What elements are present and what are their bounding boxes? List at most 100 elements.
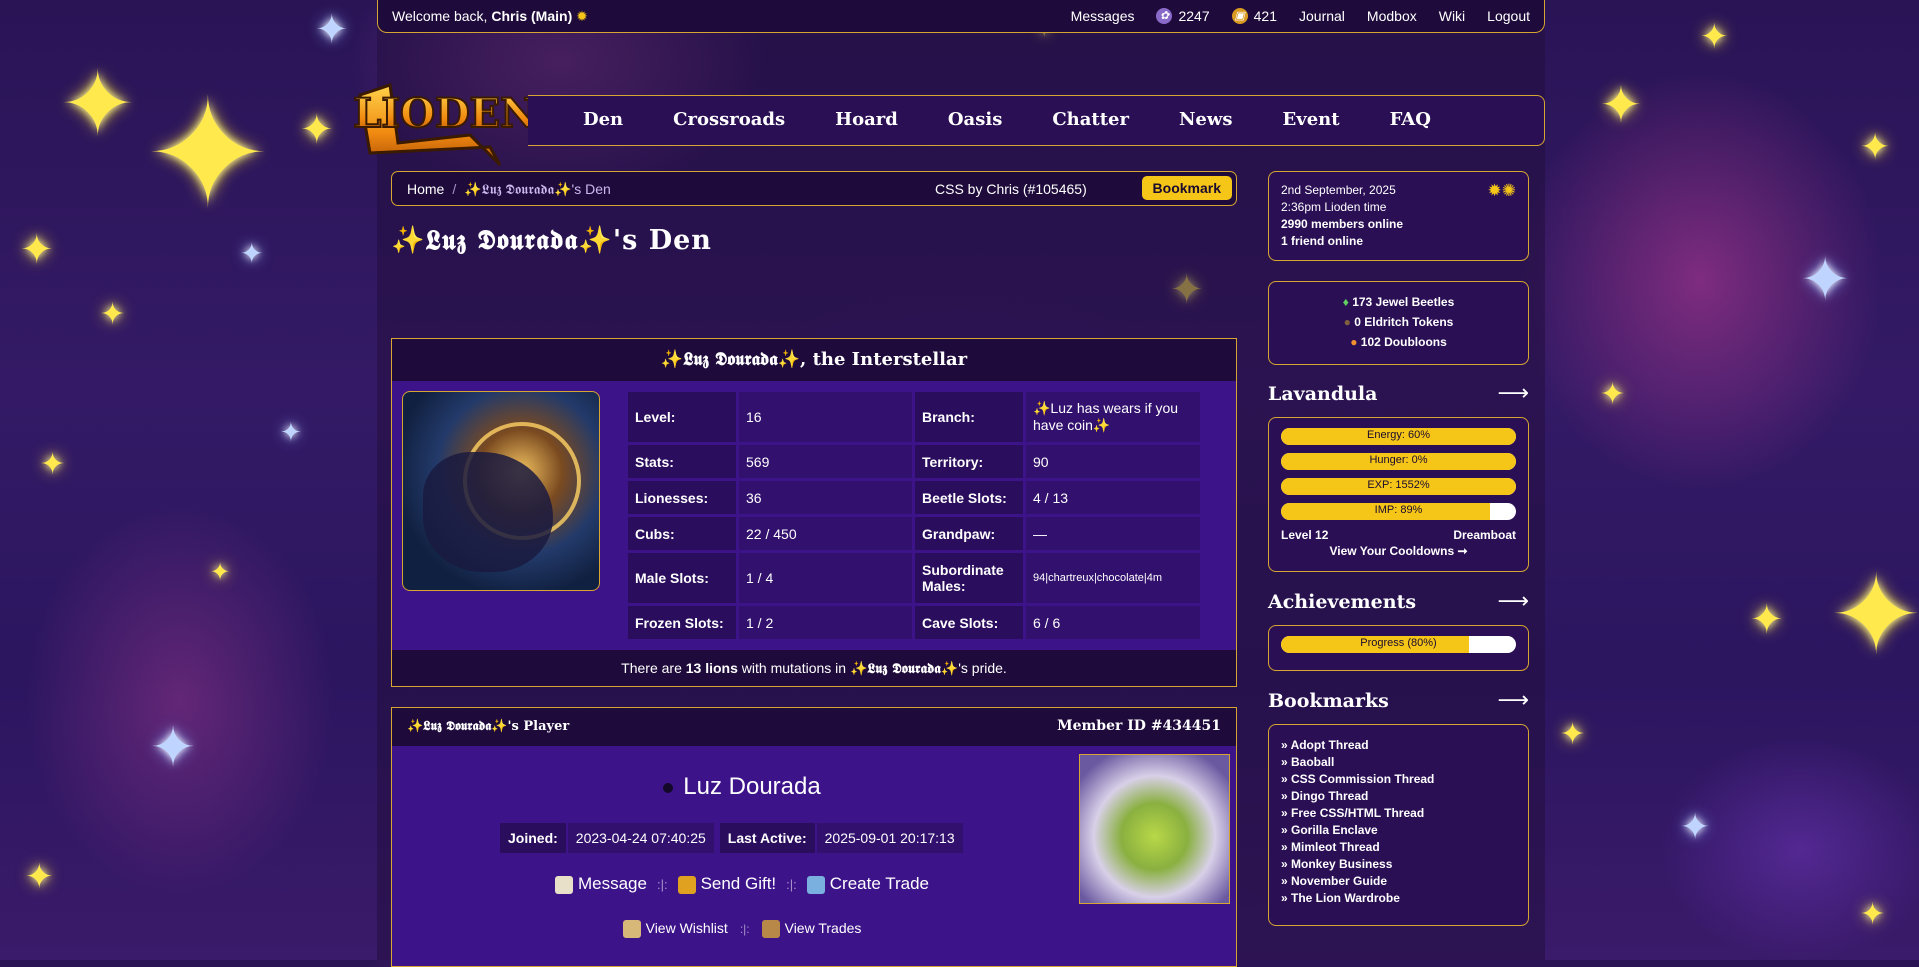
bookmark-link[interactable]: » The Lion Wardrobe (1281, 890, 1516, 907)
bookmark-link[interactable]: » Gorilla Enclave (1281, 822, 1516, 839)
lavandula-title[interactable]: Lavandula ⟶ (1268, 381, 1529, 406)
scroll-icon (622, 920, 641, 939)
stat-value: 4 / 13 (1026, 481, 1200, 514)
stat-value: ✨Luz has wears if you have coin✨ (1026, 392, 1200, 442)
achievements-title[interactable]: Achievements ⟶ (1268, 589, 1529, 614)
nav-event[interactable]: Event (1283, 109, 1340, 130)
modbox-link[interactable]: Modbox (1367, 8, 1417, 24)
player-avatar[interactable] (1079, 754, 1230, 904)
nav-faq[interactable]: FAQ (1390, 109, 1431, 130)
envelope-icon (554, 875, 573, 894)
stat-row: Frozen Slots: 1 / 2 Cave Slots: 6 / 6 (628, 606, 1200, 639)
arrow-right-icon[interactable]: ⟶ (1497, 688, 1529, 713)
send-gift-button[interactable]: Send Gift! (677, 874, 776, 894)
status-bar-label: IMP: 89% (1374, 504, 1423, 516)
time-text: 2:36pm Lioden time (1281, 200, 1387, 214)
bookmark-button[interactable]: Bookmark (1141, 176, 1232, 200)
stat-label: Subordinate Males: (915, 553, 1023, 603)
joined-label: Joined: (500, 823, 566, 853)
doubloon-icon: ● (1350, 335, 1358, 349)
messages-link[interactable]: Messages (1071, 8, 1135, 24)
stat-row: Stats: 569 Territory: 90 (628, 445, 1200, 478)
friends-online[interactable]: 1 friend online (1281, 233, 1516, 250)
top-bar: Welcome back, Chris (Main) ✹ Messages ✿ 2… (377, 0, 1545, 33)
breadcrumb-current: ✨𝕷𝖚𝖟 𝕯𝖔𝖚𝖗𝖆𝖉𝖆✨'s Den (464, 181, 611, 197)
lioden-logo[interactable]: LIODEN (350, 55, 540, 170)
online-status-dot (663, 782, 674, 793)
doubloons[interactable]: ● 102 Doubloons (1269, 332, 1528, 352)
nav-den[interactable]: Den (583, 109, 623, 130)
stat-label: Cubs: (628, 517, 736, 550)
stat-value: 569 (739, 445, 912, 478)
stat-label: Beetle Slots: (915, 481, 1023, 514)
nav-oasis[interactable]: Oasis (948, 109, 1002, 130)
status-bar-label: Hunger: 0% (1369, 454, 1428, 466)
lion-image[interactable] (402, 391, 600, 591)
lion-panel: ✨𝕷𝖚𝖟 𝕯𝖔𝖚𝖗𝖆𝖉𝖆✨, the Interstellar Level: 16… (391, 338, 1237, 687)
joined-value: 2023-04-24 07:40:25 (567, 823, 714, 853)
breadcrumb-bar: Home / ✨𝕷𝖚𝖟 𝕯𝖔𝖚𝖗𝖆𝖉𝖆✨'s Den CSS by Chris (#… (391, 171, 1237, 206)
eldritch-tokens[interactable]: ● 0 Eldritch Tokens (1269, 312, 1528, 332)
bookmark-link[interactable]: » Baoball (1281, 754, 1516, 771)
status-bar: IMP: 89% (1281, 503, 1516, 520)
stat-value: 1 / 4 (739, 553, 912, 603)
stat-value: 16 (739, 392, 912, 442)
nav-hoard[interactable]: Hoard (835, 109, 898, 130)
bookmark-link[interactable]: » Monkey Business (1281, 856, 1516, 873)
active-label: Last Active: (719, 823, 815, 853)
nav-news[interactable]: News (1179, 109, 1233, 130)
view-cooldowns-link[interactable]: View Your Cooldowns ➞ (1281, 544, 1516, 558)
time-box: 2nd September, 2025 2:36pm Lioden time 2… (1268, 171, 1529, 261)
weather-icon: ✹✺ (1487, 181, 1517, 200)
status-bar-label: Energy: 60% (1367, 429, 1430, 441)
sun-icon: ✹ (576, 8, 588, 24)
status-bar-label: EXP: 1552% (1367, 479, 1430, 491)
stat-label: Branch: (915, 392, 1023, 442)
members-online[interactable]: 2990 members online (1281, 216, 1516, 233)
active-value: 2025-09-01 20:17:13 (816, 823, 963, 853)
gift-icon (677, 875, 696, 894)
view-wishlist-button[interactable]: View Wishlist (622, 920, 728, 939)
lion-stats-table: Level: 16 Branch: ✨Luz has wears if you hav… (625, 389, 1203, 642)
create-trade-button[interactable]: Create Trade (806, 874, 929, 894)
nav-crossroads[interactable]: Crossroads (673, 109, 785, 130)
achievement-progress-bar: Progress (80%) (1281, 636, 1516, 653)
gifts-counter[interactable]: ▣ 421 (1231, 8, 1277, 24)
bookmark-link[interactable]: » Dingo Thread (1281, 788, 1516, 805)
message-button[interactable]: Message (554, 874, 647, 894)
bookmark-link[interactable]: » Mimleot Thread (1281, 839, 1516, 856)
beetles-counter[interactable]: ✿ 2247 (1156, 8, 1210, 24)
player-heading: ✨𝕷𝖚𝖟 𝕯𝖔𝖚𝖗𝖆𝖉𝖆✨'s Player (407, 719, 570, 734)
lion-heading: ✨𝕷𝖚𝖟 𝕯𝖔𝖚𝖗𝖆𝖉𝖆✨, the Interstellar (392, 339, 1236, 381)
breadcrumb: Home / ✨𝕷𝖚𝖟 𝕯𝖔𝖚𝖗𝖆𝖉𝖆✨'s Den (407, 181, 611, 197)
bookmark-link[interactable]: » November Guide (1281, 873, 1516, 890)
logout-link[interactable]: Logout (1487, 8, 1530, 24)
stat-value: 90 (1026, 445, 1200, 478)
stat-label: Cave Slots: (915, 606, 1023, 639)
css-credit: CSS by Chris (#105465) (935, 181, 1087, 197)
stat-label: Male Slots: (628, 553, 736, 603)
nav-chatter[interactable]: Chatter (1052, 109, 1129, 130)
jewel-beetles[interactable]: ♦ 173 Jewel Beetles (1269, 292, 1528, 312)
bookmark-link[interactable]: » CSS Commission Thread (1281, 771, 1516, 788)
arrow-right-icon[interactable]: ⟶ (1497, 589, 1529, 614)
breadcrumb-home[interactable]: Home (407, 181, 444, 197)
wiki-link[interactable]: Wiki (1439, 8, 1465, 24)
player-panel: ✨𝕷𝖚𝖟 𝕯𝖔𝖚𝖗𝖆𝖉𝖆✨'s Player Member ID #434451… (391, 707, 1237, 967)
arrow-right-icon[interactable]: ⟶ (1497, 381, 1529, 406)
stat-value: 36 (739, 481, 912, 514)
welcome-text: Welcome back, Chris (Main) ✹ (392, 8, 588, 24)
jewel-beetle-icon: ♦ (1342, 295, 1349, 309)
status-bar: Energy: 60% (1281, 428, 1516, 445)
journal-link[interactable]: Journal (1299, 8, 1345, 24)
lion-status-box: Energy: 60% Hunger: 0% EXP: 1552% IMP: 89% … (1268, 417, 1529, 572)
view-trades-button[interactable]: View Trades (761, 920, 861, 939)
gift-icon: ▣ (1231, 8, 1248, 24)
player-dates: Joined: 2023-04-24 07:40:25 Last Active:… (500, 823, 963, 853)
username-link[interactable]: Chris (Main) (491, 8, 572, 24)
stat-value: 22 / 450 (739, 517, 912, 550)
bookmarks-title[interactable]: Bookmarks ⟶ (1268, 688, 1529, 713)
player-header: ✨𝕷𝖚𝖟 𝕯𝖔𝖚𝖗𝖆𝖉𝖆✨'s Player Member ID #434451 (392, 708, 1236, 746)
bookmark-link[interactable]: » Adopt Thread (1281, 737, 1516, 754)
bookmark-link[interactable]: » Free CSS/HTML Thread (1281, 805, 1516, 822)
